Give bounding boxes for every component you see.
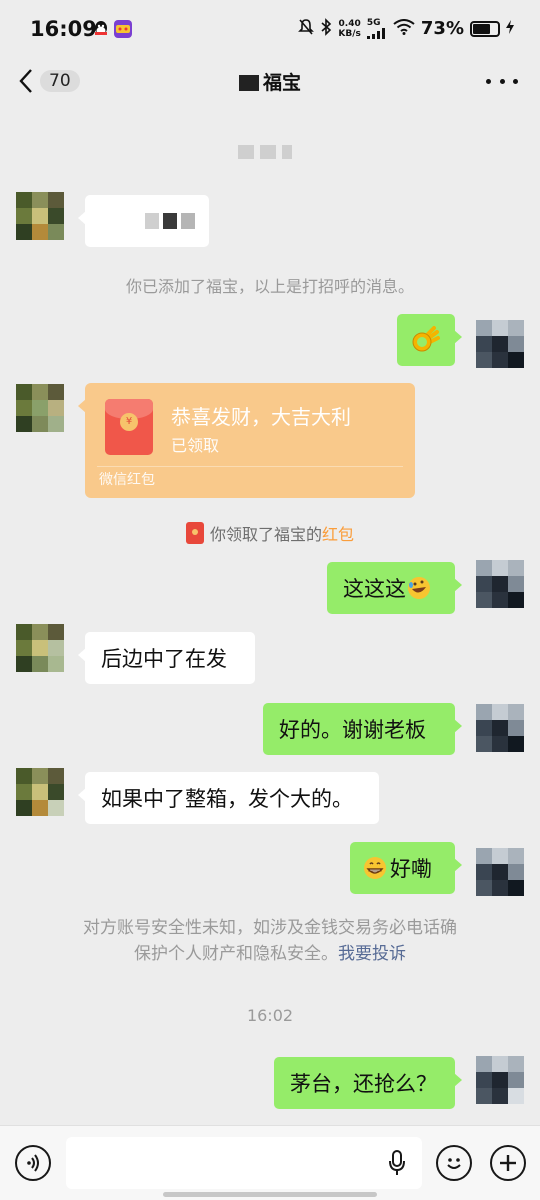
system-message-received: 你领取了福宝的红包: [0, 521, 540, 545]
status-time: 16:09: [30, 17, 97, 41]
chat-title: 福宝: [0, 68, 540, 95]
message-bubble-redacted[interactable]: [78, 195, 209, 247]
ok-hand-emoji: [412, 326, 440, 352]
game-app-icon: [114, 20, 132, 38]
red-packet-footer: 微信红包: [99, 472, 155, 488]
red-packet-small-icon: [185, 522, 204, 544]
mic-icon[interactable]: [388, 1150, 406, 1180]
my-avatar[interactable]: [476, 704, 524, 752]
emoji-button[interactable]: [436, 1145, 472, 1181]
voice-button[interactable]: [15, 1145, 51, 1181]
my-avatar[interactable]: [476, 560, 524, 608]
message-bubble-sent[interactable]: 茅台，还抢么？: [274, 1057, 462, 1109]
message-bubble-sent[interactable]: 好嘞: [350, 842, 462, 894]
voice-icon: [27, 1154, 39, 1172]
wifi-icon: [393, 19, 415, 38]
contact-avatar[interactable]: [16, 624, 64, 672]
message-bubble-sent[interactable]: [397, 314, 462, 366]
report-link[interactable]: 我要投诉: [338, 944, 406, 964]
contact-avatar[interactable]: [16, 384, 64, 432]
battery-percent: 73%: [420, 18, 464, 39]
grin-emoji: [364, 857, 386, 879]
message-bubble-received[interactable]: 如果中了整箱，发个大的。: [78, 772, 379, 824]
red-packet-title: 恭喜发财，大吉大利: [171, 405, 351, 429]
battery-fill: [473, 23, 490, 34]
my-avatar[interactable]: [476, 1056, 524, 1104]
redacted-block: [238, 75, 259, 91]
message-bubble-received[interactable]: 后边中了在发: [78, 632, 255, 684]
chat-header: 70 福宝: [0, 60, 540, 104]
more-button[interactable]: [486, 66, 518, 96]
emoji-icon: [447, 1158, 461, 1169]
security-line-1: 对方账号安全性未知，如涉及金钱交易务必电话确: [83, 918, 457, 938]
red-packet-card[interactable]: ¥ 恭喜发财，大吉大利 已领取 微信红包: [78, 383, 415, 498]
status-bar: 16:09 0.40 KB/s 5G 73%: [0, 0, 540, 60]
divider: [97, 466, 403, 467]
battery-icon: [470, 20, 500, 37]
security-notice: 对方账号安全性未知，如涉及金钱交易务必电话确 保护个人财产和隐私安全。我要投诉: [0, 915, 540, 969]
my-avatar[interactable]: [476, 848, 524, 896]
security-line-2: 保护个人财产和隐私安全。我要投诉: [134, 944, 406, 964]
plus-button[interactable]: [490, 1145, 526, 1181]
red-packet-status: 已领取: [171, 436, 220, 455]
network-speed: 0.40 KB/s: [338, 18, 361, 39]
red-packet-link[interactable]: 红包: [322, 525, 354, 544]
system-message-added: 你已添加了福宝，以上是打招呼的消息。: [125, 277, 414, 296]
contact-avatar[interactable]: [16, 192, 64, 240]
home-indicator[interactable]: [163, 1192, 377, 1197]
more-dots-icon: [486, 78, 491, 84]
mute-icon: [298, 18, 315, 39]
message-bubble-sent[interactable]: 这这这: [327, 562, 462, 614]
rolling-laugh-emoji: [408, 577, 430, 599]
redacted-timestamp: [238, 145, 292, 159]
redacted-block: [145, 213, 195, 229]
status-right: 0.40 KB/s 5G 73%: [298, 18, 514, 39]
message-timestamp: 16:02: [246, 1006, 294, 1025]
input-bar: [0, 1125, 540, 1200]
contact-avatar[interactable]: [16, 768, 64, 816]
plus-icon: [500, 1155, 516, 1171]
qq-app-icon: [92, 20, 110, 38]
charging-icon: [506, 20, 514, 37]
my-avatar[interactable]: [476, 320, 524, 368]
red-packet-icon: ¥: [105, 399, 153, 455]
bluetooth-icon: [320, 18, 332, 39]
signal-icon: 5G: [366, 18, 387, 39]
message-bubble-sent[interactable]: 好的。谢谢老板: [263, 703, 462, 755]
message-input[interactable]: [66, 1137, 422, 1189]
